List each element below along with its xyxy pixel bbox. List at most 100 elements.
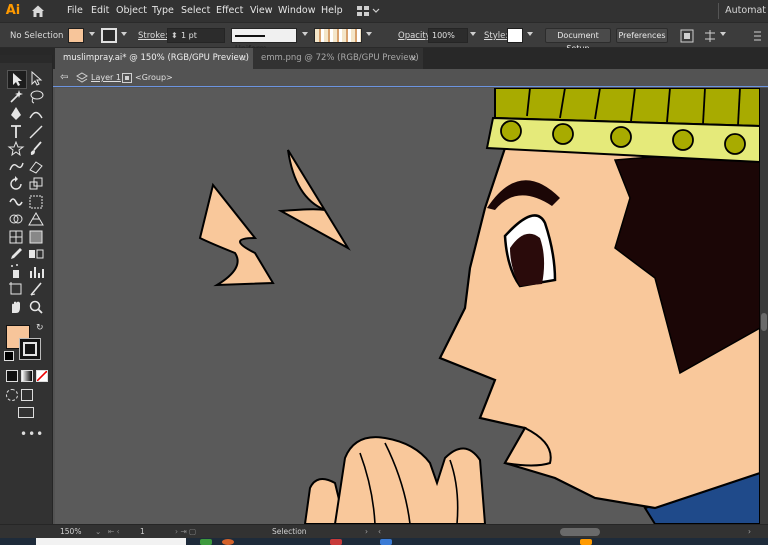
symbol-sprayer-icon[interactable] — [7, 263, 25, 280]
workspace-switcher-icon[interactable] — [356, 4, 380, 18]
lasso-icon[interactable] — [27, 88, 45, 105]
artwork — [198, 88, 760, 524]
chevron-right-icon[interactable] — [470, 32, 476, 36]
vertical-scrollbar[interactable] — [760, 88, 768, 524]
graphic-style-swatch[interactable] — [507, 28, 523, 43]
stroke-weight-field[interactable]: ⬍ 1 pt — [167, 28, 225, 43]
hand-icon[interactable] — [7, 298, 25, 315]
tab-label: muslimpray.ai* @ 150% (RGB/GPU Preview) — [63, 53, 249, 63]
shaper-icon[interactable] — [7, 158, 25, 175]
taskbar-app-icon[interactable] — [580, 539, 592, 545]
rotate-icon[interactable] — [7, 175, 25, 192]
opacity-field[interactable]: 100% — [428, 28, 468, 43]
transform-icon[interactable] — [703, 29, 717, 43]
pen-icon[interactable] — [7, 105, 25, 122]
menu-object[interactable]: Object — [116, 0, 147, 22]
direct-selection-icon[interactable] — [27, 70, 45, 87]
screen-mode-icon[interactable] — [18, 407, 34, 418]
artboard-number[interactable]: 1 — [140, 525, 145, 539]
zoom-icon[interactable] — [27, 298, 45, 315]
chevron-down-icon[interactable] — [720, 32, 726, 36]
taskbar-app-icon[interactable] — [222, 539, 234, 545]
line-icon[interactable] — [27, 123, 45, 140]
menu-bar: Ai File Edit Object Type Select Effect V… — [0, 0, 768, 22]
menu-window[interactable]: Window — [278, 0, 315, 22]
style-label[interactable]: Style: — [484, 23, 508, 49]
selection-icon[interactable] — [7, 70, 27, 89]
stroke-swatch[interactable] — [101, 28, 117, 43]
menu-type[interactable]: Type — [152, 0, 174, 22]
panel-menu-icon[interactable] — [752, 29, 762, 43]
taskbar-app-icon[interactable] — [380, 539, 392, 545]
draw-behind-icon[interactable] — [21, 389, 33, 401]
zoom-level[interactable]: 150% — [60, 525, 81, 539]
breadcrumb-layer[interactable]: Layer 1 — [91, 69, 121, 87]
warp-icon[interactable] — [7, 193, 25, 210]
scroll-right-icon[interactable]: › — [748, 525, 751, 539]
workspace-label[interactable]: Automat — [725, 0, 766, 22]
horizontal-scrollbar-thumb[interactable] — [560, 528, 600, 536]
fill-swatch[interactable] — [68, 28, 84, 43]
draw-normal-icon[interactable] — [6, 389, 18, 401]
eyedropper-icon[interactable] — [7, 245, 25, 262]
magic-wand-icon[interactable] — [7, 88, 25, 105]
preferences-button[interactable]: Preferences — [616, 28, 668, 43]
first-artboard-icon[interactable]: ⇤ ‹ — [108, 525, 120, 539]
artboard-canvas[interactable] — [55, 88, 760, 524]
chevron-down-icon[interactable] — [302, 32, 308, 36]
align-icon[interactable] — [680, 29, 694, 43]
none-mode-icon[interactable] — [36, 370, 48, 382]
taskbar-search[interactable] — [36, 538, 186, 545]
next-artboard-icon[interactable]: › ⇥ ▢ — [175, 525, 196, 539]
stroke-label[interactable]: Stroke: — [138, 23, 168, 49]
graph-icon[interactable] — [27, 263, 45, 280]
taskbar-app-icon[interactable] — [200, 539, 212, 545]
swap-icon[interactable]: ↻ — [36, 323, 44, 333]
scale-icon[interactable] — [27, 175, 45, 192]
free-transform-icon[interactable] — [27, 193, 45, 210]
scrollbar-thumb[interactable] — [761, 313, 767, 331]
close-icon[interactable]: × — [240, 48, 247, 69]
tab-muslimpray[interactable]: muslimpray.ai* @ 150% (RGB/GPU Preview) … — [55, 48, 253, 69]
type-icon[interactable] — [7, 123, 25, 140]
chevron-down-icon[interactable]: ⌄ — [95, 525, 101, 539]
perspective-grid-icon[interactable] — [27, 210, 45, 227]
edit-toolbar-icon[interactable]: ••• — [20, 427, 44, 441]
menu-view[interactable]: View — [250, 0, 273, 22]
mesh-icon[interactable] — [7, 228, 25, 245]
variable-width-profile[interactable]: Uniform — [231, 28, 297, 53]
menu-file[interactable]: File — [67, 0, 83, 22]
status-menu-icon[interactable]: › — [365, 525, 368, 539]
menu-select[interactable]: Select — [181, 0, 210, 22]
gradient-mode-icon[interactable] — [21, 370, 33, 382]
menu-edit[interactable]: Edit — [91, 0, 109, 22]
artboard-icon[interactable] — [7, 280, 25, 297]
slice-icon[interactable] — [27, 280, 45, 297]
blend-icon[interactable] — [27, 245, 45, 262]
menu-effect[interactable]: Effect — [216, 0, 243, 22]
stroke-color-box[interactable] — [19, 338, 41, 360]
brush-definition[interactable] — [314, 28, 362, 43]
home-icon[interactable] — [30, 3, 46, 19]
chevron-down-icon[interactable] — [89, 32, 95, 36]
gradient-icon[interactable] — [27, 228, 45, 245]
document-setup-button[interactable]: Document Setup — [545, 28, 611, 53]
color-mode-icon[interactable] — [6, 370, 18, 382]
scroll-left-icon[interactable]: ‹ — [378, 525, 381, 539]
paintbrush-icon[interactable] — [27, 140, 45, 157]
panel-grip[interactable] — [0, 55, 52, 63]
back-arrow-icon[interactable]: ⇦ — [60, 69, 68, 87]
shape-builder-icon[interactable] — [7, 210, 25, 227]
menu-help[interactable]: Help — [321, 0, 343, 22]
tab-emm[interactable]: emm.png @ 72% (RGB/GPU Preview) × — [253, 48, 423, 69]
eraser-icon[interactable] — [27, 158, 45, 175]
close-icon[interactable]: × — [410, 48, 417, 69]
curvature-icon[interactable] — [27, 105, 45, 122]
chevron-down-icon[interactable] — [366, 32, 372, 36]
breadcrumb-group[interactable]: <Group> — [135, 69, 173, 87]
chevron-down-icon[interactable] — [527, 32, 533, 36]
shape-icon[interactable] — [7, 140, 25, 157]
taskbar-app-icon[interactable] — [330, 539, 342, 545]
chevron-down-icon[interactable] — [121, 32, 127, 36]
default-colors-icon[interactable] — [4, 351, 14, 361]
